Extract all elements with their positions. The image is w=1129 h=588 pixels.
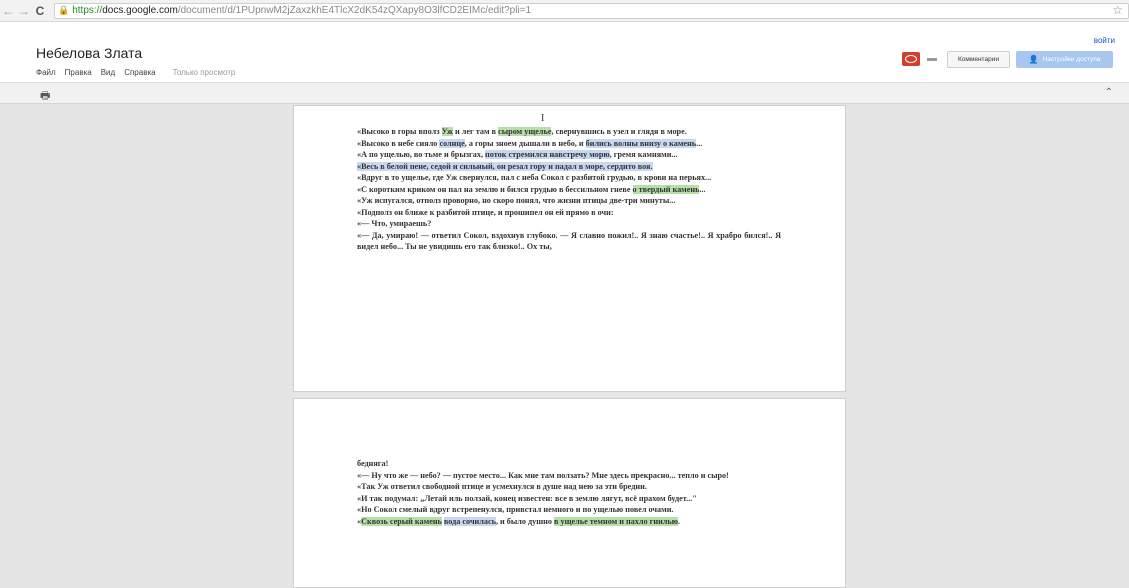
print-icon[interactable]: 🖶 — [40, 87, 50, 106]
document-title[interactable]: Небелова Злата — [36, 45, 142, 61]
text-segment: «Высоко в горы вполз — [357, 127, 442, 136]
back-icon[interactable]: ← — [0, 4, 16, 18]
text-segment: «— Да, умираю! — ответил Сокол, вздохнув… — [357, 230, 781, 252]
text-segment: «Уж испугался, отполз проворно, но скоро… — [357, 196, 676, 205]
paragraph: «С коротким криком он пал на землю и бил… — [357, 184, 781, 196]
text-segment: и лег там в — [453, 127, 499, 136]
text-segment: ... — [699, 184, 706, 194]
text-segment: , и было душно — [495, 516, 555, 526]
paragraph: «Высоко в горы вполз Уж и лег там в сыро… — [357, 126, 781, 138]
app-icon[interactable] — [902, 52, 920, 66]
highlighted-text: солнце — [439, 138, 465, 148]
menu-bar: Файл Правка Вид Справка Только просмотр — [36, 68, 244, 77]
paragraph: «Вдруг в то ущелье, где Уж свернулся, па… — [357, 172, 781, 184]
docs-toolbar: 🖶 ⌃ — [0, 82, 1129, 104]
browser-toolbar: ← → C 🔒 https://docs.google.com/document… — [0, 0, 1129, 22]
text-segment: «Так Уж ответил свободной птице и усмехн… — [357, 482, 647, 491]
menu-help[interactable]: Справка — [124, 68, 155, 77]
text-segment: «Подполз он ближе к разбитой птице, и пр… — [357, 207, 614, 217]
text-segment: «Вдруг в то ущелье, где Уж свернулся, па… — [357, 173, 712, 182]
paragraph: «Сквозь серый камень вода сочилась, и бы… — [357, 516, 781, 528]
highlighted-text: бились волны внизу о камень — [585, 138, 697, 148]
forward-icon[interactable]: → — [16, 4, 32, 18]
paragraph: «И так подумал: „Летай иль ползай, конец… — [357, 493, 781, 505]
view-only-label: Только просмотр — [172, 68, 236, 77]
person-icon: 👤 — [1028, 55, 1039, 64]
text-segment: «— Что, умираешь? — [357, 219, 432, 228]
document-page-2: бедняга! «— Ну что же — небо? — пустое ме… — [293, 398, 846, 588]
highlighted-text: «Весь в белой пене, седой и сильный, он … — [357, 161, 653, 171]
highlighted-text: в ущелье темном и пахло гнилью — [554, 516, 678, 526]
paragraph: «Так Уж ответил свободной птице и усмехн… — [357, 481, 781, 493]
text-segment: «Высоко в небе сияло — [357, 138, 440, 148]
url-scheme: https:// — [72, 5, 103, 16]
paragraph: «Но Сокол смелый вдруг встрепенулся, при… — [357, 504, 781, 516]
url-path: /document/d/1PUpnwM2jZaxzkhE4TlcX2dK54zQ… — [177, 5, 532, 16]
text-segment: «— Ну что же — небо? — пустое место... К… — [357, 470, 729, 480]
address-bar[interactable]: 🔒 https://docs.google.com/document/d/1PU… — [54, 2, 1129, 19]
paragraph: «— Да, умираю! — ответил Сокол, вздохнув… — [357, 230, 781, 253]
menu-edit[interactable]: Правка — [65, 68, 92, 77]
docs-header: Небелова Злата Файл Правка Вид Справка Т… — [0, 22, 1129, 82]
text-segment: «С коротким криком он пал на землю и бил… — [357, 184, 633, 194]
highlighted-text: Уж — [441, 127, 453, 136]
text-segment: , гремя камнями... — [609, 150, 678, 159]
highlighted-text: о твердый камень — [632, 184, 700, 194]
text-segment: «А по ущелью, во тьме и брызгах, — [357, 150, 486, 159]
paragraph: «Подполз он ближе к разбитой птице, и пр… — [357, 207, 781, 219]
paragraph: «Уж испугался, отполз проворно, но скоро… — [357, 195, 781, 207]
bookmark-star-icon[interactable]: ☆ — [1112, 3, 1123, 17]
page-1-text: «Высоко в горы вполз Уж и лег там в сыро… — [357, 126, 781, 253]
text-segment: , свернувшись в узел и глядя в море. — [551, 127, 687, 136]
chat-icon[interactable]: ▬ — [927, 53, 937, 64]
collapse-icon[interactable]: ⌃ — [1105, 87, 1113, 98]
page-2-text: бедняга! «— Ну что же — небо? — пустое ме… — [357, 458, 781, 527]
highlighted-text: вода сочилась — [443, 516, 496, 526]
sign-in-link[interactable]: войти — [1094, 36, 1115, 45]
highlighted-text: Сквозь серый камень — [361, 516, 442, 526]
text-segment: бедняга! — [357, 459, 389, 468]
text-cursor: I — [541, 113, 545, 124]
url-host: docs.google.com — [102, 5, 178, 16]
text-segment: , а горы зноем дышали в небо, и — [464, 138, 586, 148]
lock-icon: 🔒 — [58, 5, 70, 15]
text-segment: «И так подумал: „Летай иль ползай, конец… — [357, 493, 697, 503]
highlighted-text: сыром ущелье — [498, 127, 552, 136]
reload-icon[interactable]: C — [32, 4, 48, 18]
share-button[interactable]: 👤 Настройки доступа — [1016, 51, 1113, 68]
paragraph: «— Ну что же — небо? — пустое место... К… — [357, 470, 781, 482]
paragraph: «Высоко в небе сияло солнце, а горы зное… — [357, 138, 781, 150]
share-button-label: Настройки доступа — [1042, 56, 1101, 63]
menu-file[interactable]: Файл — [36, 68, 56, 77]
paragraph: «— Что, умираешь? — [357, 218, 781, 230]
paragraph: «Весь в белой пене, седой и сильный, он … — [357, 161, 781, 173]
paragraph: бедняга! — [357, 458, 781, 470]
text-segment: . — [678, 516, 681, 526]
menu-view[interactable]: Вид — [101, 68, 115, 77]
highlighted-text: поток стремился навстречу морю — [485, 150, 610, 159]
text-segment: ... — [696, 138, 703, 148]
comments-button[interactable]: Комментарии — [947, 51, 1010, 68]
paragraph: «А по ущелью, во тьме и брызгах, поток с… — [357, 149, 781, 161]
text-segment: «Но Сокол смелый вдруг встрепенулся, при… — [357, 505, 674, 514]
document-page-1: I «Высоко в горы вполз Уж и лег там в сы… — [293, 105, 846, 392]
